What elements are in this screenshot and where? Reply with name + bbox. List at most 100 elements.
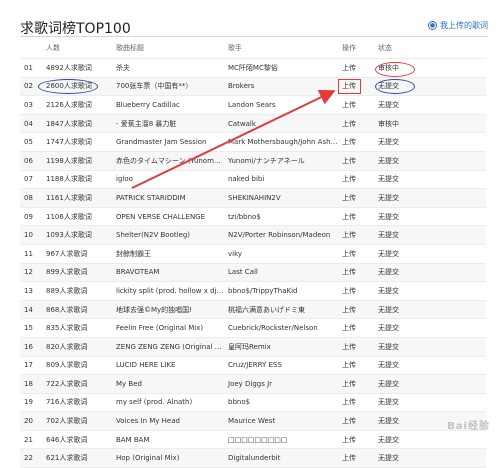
table-row: 10 1093人求歌词 Shelter(N2V Bootleg) N2V/Porter… (20, 225, 486, 245)
artist-name: SHEKINAHIN2V (224, 188, 338, 208)
status-text: 无提交 (374, 207, 486, 227)
song-title: 地球去强©My的独唱国! (112, 300, 224, 320)
table-row: 11 967人求歌词 封鲸制霸王 viky 上传 无提交 (20, 244, 486, 264)
upload-button[interactable]: 上传 (338, 374, 374, 394)
artist-name: Maurice West (224, 411, 338, 431)
artist-name: Cruz/JERRY ESS (224, 356, 338, 376)
status-text: 无提交 (374, 337, 486, 357)
song-title: My Bed (112, 374, 224, 394)
status-text: 无提交 (374, 356, 486, 376)
upload-button[interactable]: 上传 (338, 244, 374, 264)
song-title: - 爱蕉主溜8 暴力脏 (112, 114, 224, 134)
upload-button[interactable]: 上传 (338, 151, 374, 171)
rank-number: 20 (20, 411, 42, 431)
status-text: 无提交 (374, 151, 486, 171)
upload-button[interactable]: 上传 (338, 318, 374, 338)
table-row: 21 646人求歌词 BAM BAM □□□□□□□□□ 上传 无提交 (20, 430, 486, 450)
song-title: Shelter(N2V Bootleg) (112, 225, 224, 245)
table-row: 19 716人求歌词 my self (prod. Alnath) bbno$ 上传 无提… (20, 393, 486, 413)
upload-button[interactable]: 上传 (338, 132, 374, 152)
upload-button[interactable]: 上传 (338, 207, 374, 227)
rank-number: 11 (20, 244, 42, 264)
request-count: 820人求歌词 (42, 337, 112, 357)
table-row: 14 868人求歌词 地球去强©My的独唱国! 桃福六满意あいげドミ東 上传 无提交 (20, 300, 486, 320)
upload-button[interactable]: 上传 (338, 337, 374, 357)
table-row: 08 1161人求歌词 PATRICK STARIDDIM SHEKINAHIN2V 上… (20, 188, 486, 208)
request-count: 868人求歌词 (42, 300, 112, 320)
artist-name: Digitalunderbit (224, 448, 338, 468)
upload-button[interactable]: 上传 (338, 263, 374, 283)
request-count: 2126人求歌词 (42, 95, 112, 115)
status-text: 无提交 (374, 225, 486, 245)
column-header-song: 歌曲标题 (112, 38, 224, 59)
request-count: 646人求歌词 (42, 430, 112, 450)
status-text: 无提交 (374, 448, 486, 468)
upload-button[interactable]: 上传 (338, 448, 374, 468)
column-header-rank (20, 38, 42, 59)
request-count: 1747人求歌词 (42, 132, 112, 152)
request-count: 1847人求歌词 (42, 114, 112, 134)
request-count: 2600人求歌词 (42, 77, 112, 97)
artist-name: Brokers (224, 77, 338, 97)
request-count: 702人求歌词 (42, 411, 112, 431)
upload-button[interactable]: 上传 (338, 95, 374, 115)
upload-button[interactable]: 上传 (338, 225, 374, 245)
artist-name: Yunomi/ナンチアネール (224, 151, 338, 171)
upload-button[interactable]: 上传 (338, 281, 374, 301)
song-title: 杀夫 (112, 58, 224, 78)
table-row: 07 1188人求歌词 igloo naked bibi 上传 无提交 (20, 170, 486, 190)
status-text: 无提交 (374, 318, 486, 338)
status-text: 无提交 (374, 281, 486, 301)
song-title: 封鲸制霸王 (112, 244, 224, 264)
lyrics-request-table: 人数 歌曲标题 歌手 操作 状态 01 4892人求歌词 杀夫 MC阡陌MC黎俗 上传审… (20, 38, 486, 468)
song-title: my self (prod. Alnath) (112, 393, 224, 413)
artist-name: naked bibi (224, 170, 338, 190)
status-text: 无提交 (374, 95, 486, 115)
column-header-action: 操作 (338, 38, 374, 59)
upload-button[interactable]: 上传 (338, 170, 374, 190)
rank-number: 01 (20, 58, 42, 78)
artist-name: Mark Mothersbaugh/John Ashton ... (224, 132, 338, 152)
rank-number: 04 (20, 114, 42, 134)
table-row: 22 621人求歌词 Hop (Original Mix) Digitalunderb… (20, 448, 486, 468)
table-row: 04 1847人求歌词 - 爱蕉主溜8 暴力脏 Catwalk 上传 审核中 (20, 114, 486, 134)
rank-number: 15 (20, 318, 42, 338)
upload-button[interactable]: 上传 (338, 58, 374, 78)
request-count: 1161人求歌词 (42, 188, 112, 208)
my-uploaded-lyrics-link[interactable]: ● 我上传的歌词 (428, 20, 488, 31)
request-count: 835人求歌词 (42, 318, 112, 338)
column-header-artist: 歌手 (224, 38, 338, 59)
song-title: Voices In My Head (112, 411, 224, 431)
upload-button[interactable]: 上传 (338, 114, 374, 134)
request-count: 621人求歌词 (42, 448, 112, 468)
request-count: 889人求歌词 (42, 281, 112, 301)
upload-button[interactable]: 上传 (338, 430, 374, 450)
table-row: 17 809人求歌词 LUCID HERE LIKE Cruz/JERRY ESS 上传… (20, 356, 486, 376)
artist-name: Last Call (224, 263, 338, 283)
status-text: 无提交 (374, 188, 486, 208)
request-count: 1093人求歌词 (42, 225, 112, 245)
rank-number: 03 (20, 95, 42, 115)
upload-button[interactable]: 上传 (338, 77, 374, 97)
table-row: 12 899人求歌词 BRAVOTEAM Last Call 上传 无提交 (20, 263, 486, 283)
song-title: PATRICK STARIDDIM (112, 188, 224, 208)
song-title: Blueberry Cadillac (112, 95, 224, 115)
artist-name: Landon Sears (224, 95, 338, 115)
request-count: 716人求歌词 (42, 393, 112, 413)
upload-button[interactable]: 上传 (338, 356, 374, 376)
song-title: 赤色のタイムマシーン (Yunom... (112, 151, 224, 171)
table-row: 15 835人求歌词 Feelin Free (Original Mix) Cuebr… (20, 318, 486, 338)
rank-number: 14 (20, 300, 42, 320)
rank-number: 18 (20, 374, 42, 394)
song-title: 700张车票（中国有**） (112, 77, 224, 97)
upload-button[interactable]: 上传 (338, 411, 374, 431)
rank-number: 16 (20, 337, 42, 357)
status-text: 无提交 (374, 393, 486, 413)
upload-button[interactable]: 上传 (338, 393, 374, 413)
rank-number: 21 (20, 430, 42, 450)
title-divider (20, 36, 488, 37)
upload-button[interactable]: 上传 (338, 300, 374, 320)
upload-button[interactable]: 上传 (338, 188, 374, 208)
artist-name: MC阡陌MC黎俗 (224, 58, 338, 78)
song-title: OPEN VERSE CHALLENGE (112, 207, 224, 227)
